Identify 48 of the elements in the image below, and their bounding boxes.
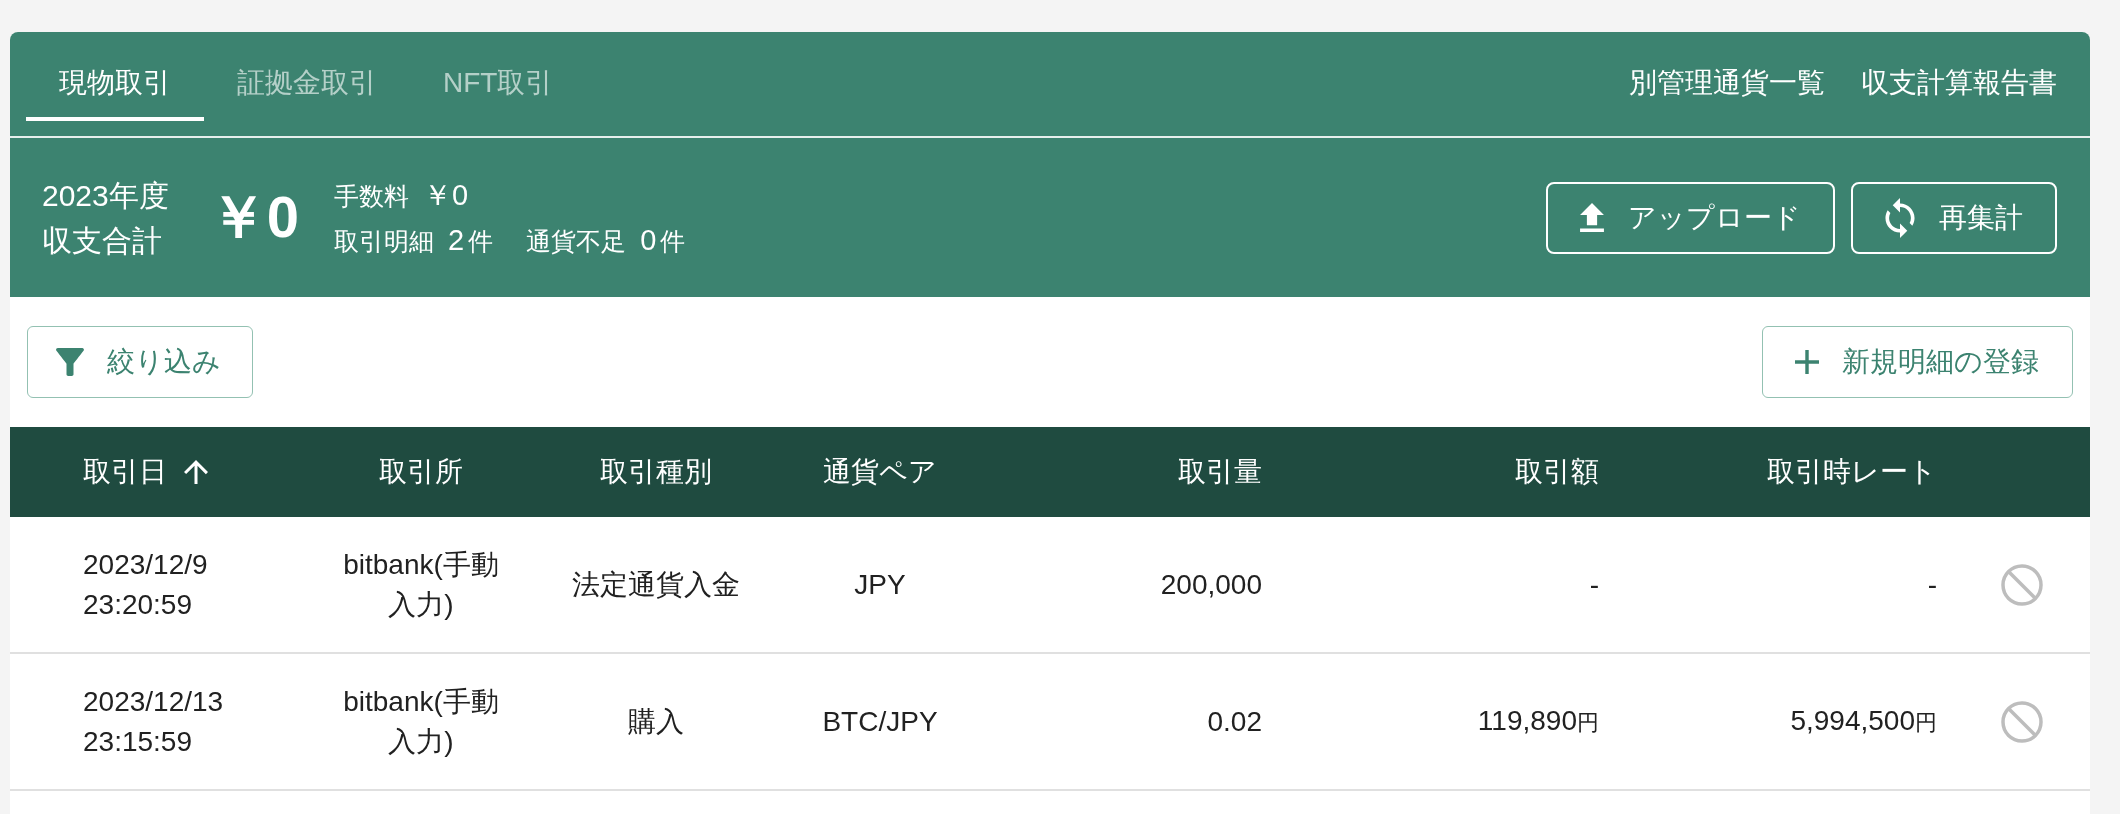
header-link[interactable]: 収支計算報告書 bbox=[1861, 63, 2057, 102]
date-text: 2023/12/9 bbox=[83, 547, 208, 582]
tab[interactable]: 現物取引 bbox=[26, 48, 204, 121]
stat-value: ￥0 bbox=[423, 177, 469, 213]
date-text: 2023/12/13 bbox=[83, 684, 224, 719]
quantity-text: 200,000 bbox=[1160, 567, 1262, 602]
tab[interactable]: NFT取引 bbox=[410, 48, 587, 121]
amount-text: - bbox=[1589, 567, 1599, 602]
rate-text: - bbox=[1927, 567, 1937, 602]
stat-value: 0件 bbox=[640, 222, 686, 258]
upload-button[interactable]: アップロード bbox=[1546, 181, 1835, 254]
summary-title: 収支合計 bbox=[42, 222, 163, 259]
add-entry-button[interactable]: 新規明細の登録 bbox=[1762, 326, 2073, 398]
amount-text: 119,890円 bbox=[1477, 703, 1599, 738]
refresh-icon bbox=[1885, 197, 1915, 238]
column-header: 取引所 bbox=[379, 455, 463, 489]
header-link[interactable]: 別管理通貨一覧 bbox=[1629, 63, 1825, 102]
trade-type-text: 購入 bbox=[628, 704, 684, 739]
rate-text: 5,994,500円 bbox=[1790, 703, 1937, 738]
exchange-text: bitbank(手動入力) bbox=[342, 547, 500, 622]
column-header: 取引日 bbox=[83, 455, 167, 489]
stat-label: 通貨不足 bbox=[526, 225, 627, 257]
column-header: 取引額 bbox=[1515, 455, 1599, 489]
currency-pair-text: JPY bbox=[854, 567, 906, 602]
column-header: 取引種別 bbox=[600, 455, 712, 489]
filter-icon bbox=[56, 348, 84, 376]
recalculate-button[interactable]: 再集計 bbox=[1851, 181, 2057, 254]
exchange-text: bitbank(手動入力) bbox=[342, 684, 500, 759]
total-amount: ￥0 bbox=[208, 182, 299, 251]
stat-value: 2件 bbox=[448, 222, 494, 258]
upload-icon bbox=[1580, 203, 1604, 232]
currency-pair-text: BTC/JPY bbox=[822, 704, 938, 739]
column-header: 通貨ペア bbox=[823, 455, 937, 489]
quantity-text: 0.02 bbox=[1207, 704, 1262, 739]
column-header: 取引時レート bbox=[1767, 455, 1937, 489]
ban-icon[interactable] bbox=[2000, 563, 2043, 606]
time-text: 23:20:59 bbox=[83, 587, 192, 622]
plus-icon bbox=[1795, 350, 1819, 374]
tab[interactable]: 証拠金取引 bbox=[204, 48, 410, 121]
column-header: 取引量 bbox=[1178, 455, 1262, 489]
stat-label: 手数料 bbox=[334, 180, 409, 212]
stat-label: 取引明細 bbox=[334, 225, 434, 257]
fiscal-year-label: 2023年度 bbox=[42, 177, 169, 214]
arrow-up-icon[interactable] bbox=[184, 460, 208, 484]
filter-button[interactable]: 絞り込み bbox=[27, 326, 253, 398]
trade-type-text: 法定通貨入金 bbox=[572, 567, 740, 602]
ban-icon[interactable] bbox=[2000, 700, 2043, 743]
time-text: 23:15:59 bbox=[83, 724, 192, 759]
